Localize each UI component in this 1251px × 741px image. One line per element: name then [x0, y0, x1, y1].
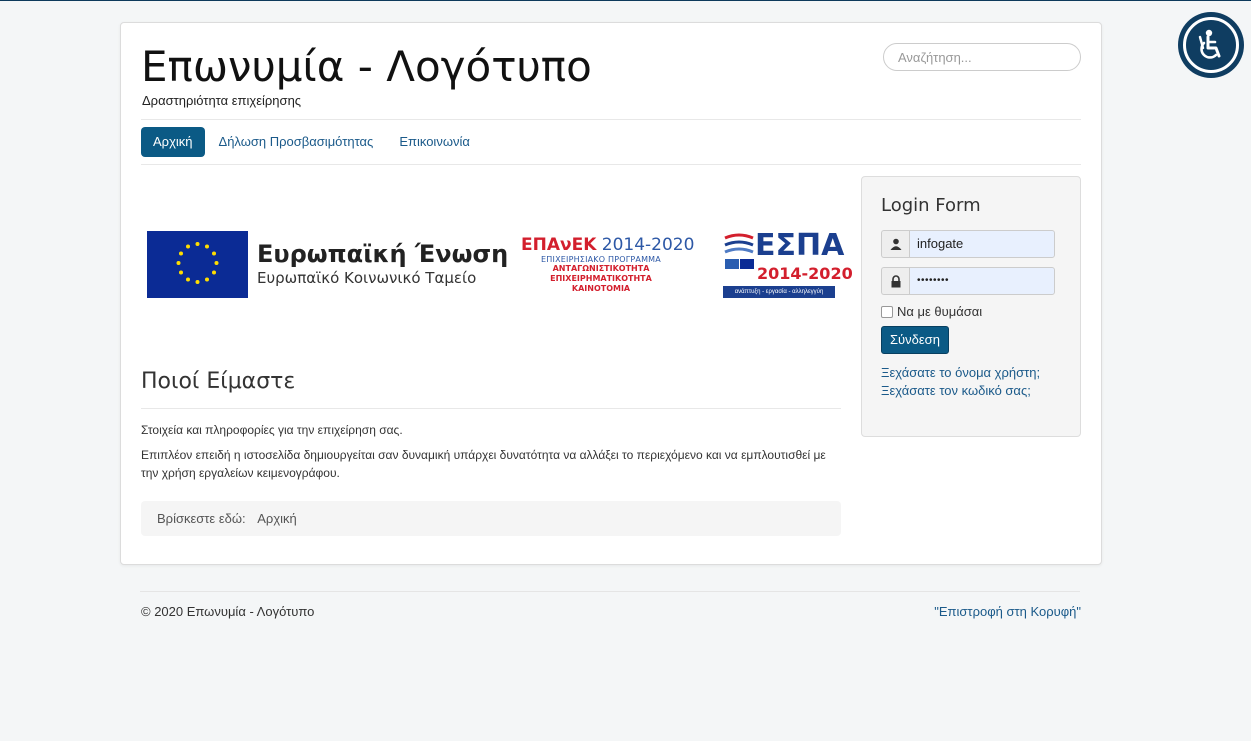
forgot-username-link[interactable]: Ξεχάσατε το όνομα χρήστη; [881, 365, 1040, 380]
login-title: Login Form [881, 195, 981, 216]
eu-flag-icon [147, 231, 248, 298]
breadcrumb-label: Βρίσκεστε εδώ: [157, 511, 246, 526]
user-icon [881, 230, 909, 258]
login-button[interactable]: Σύνδεση [881, 326, 949, 354]
username-input[interactable]: infogate [909, 230, 1055, 258]
page-title: Ποιοί Είμαστε [141, 369, 296, 394]
site-tagline: Δραστηριότητα επιχείρησης [142, 93, 302, 108]
breadcrumb-item-home[interactable]: Αρχική [257, 511, 297, 526]
epanek-years: 2014-2020 [601, 235, 695, 255]
breadcrumb: Βρίσκεστε εδώ: Αρχική [141, 501, 841, 536]
divider [141, 408, 841, 409]
password-input[interactable]: •••••••• [909, 267, 1055, 295]
main-container: Επωνυμία - Λογότυπο Δραστηριότητα επιχεί… [120, 22, 1102, 565]
funding-logos: Ευρωπαϊκή Ένωση Ευρωπαϊκό Κοινωνικό Ταμε… [147, 228, 853, 300]
epanek-line: ΕΠΙΧΕΙΡΗΣΙΑΚΟ ΠΡΟΓΡΑΜΜΑ [541, 255, 661, 264]
divider [141, 119, 1081, 120]
espa-years: 2014-2020 [757, 264, 853, 283]
search-input[interactable] [883, 43, 1081, 71]
espa-word: ΕΣΠΑ [755, 228, 845, 263]
eu-logo-title: Ευρωπαϊκή Ένωση [257, 240, 509, 268]
nav-item-home[interactable]: Αρχική [141, 127, 205, 157]
remember-checkbox[interactable] [881, 305, 893, 318]
nav-item-contact[interactable]: Επικοινωνία [387, 127, 482, 157]
lock-icon [881, 267, 909, 295]
eu-logo-subtitle: Ευρωπαϊκό Κοινωνικό Ταμείο [257, 269, 477, 287]
epanek-line: ΚΑΙΝΟΤΟΜΙΑ [571, 284, 631, 293]
main-nav: Αρχική Δήλωση Προσβασιμότητας Επικοινωνί… [141, 127, 484, 157]
divider [141, 164, 1081, 165]
remember-me[interactable]: Να με θυμάσαι [881, 304, 982, 319]
back-to-top-link[interactable]: "Επιστροφή στη Κορυφή" [934, 604, 1081, 619]
login-form: Login Form infogate •••••••• Να με θυμάσ… [861, 176, 1081, 437]
intro-paragraph: Στοιχεία και πληροφορίες για την επιχείρ… [141, 423, 403, 437]
footer-copyright: © 2020 Επωνυμία - Λογότυπο [141, 604, 315, 619]
espa-logo: ΕΣΠΑ 2014-2020 ανάπτυξη - εργασία - αλλη… [723, 228, 853, 300]
epanek-line: ΑΝΤΑΓΩΝΙΣΤΙΚΟΤΗΤΑ [552, 264, 650, 273]
site-brand[interactable]: Επωνυμία - Λογότυπο [141, 43, 592, 91]
username-field[interactable]: infogate [881, 230, 1055, 258]
epanek-logo: ΕΠΑνΕΚ 2014-2020 ΕΠΙΧΕΙΡΗΣΙΑΚΟ ΠΡΟΓΡΑΜΜΑ… [521, 235, 694, 294]
wheelchair-icon [1198, 29, 1221, 59]
nav-item-accessibility-statement[interactable]: Δήλωση Προσβασιμότητας [207, 127, 386, 157]
espa-stripes-icon [724, 233, 754, 269]
accessibility-button[interactable] [1178, 12, 1244, 78]
divider [140, 591, 1080, 592]
epanek-line: ΕΠΙΧΕΙΡΗΜΑΤΙΚΟΤΗΤΑ [550, 274, 652, 283]
body-paragraph: Επιπλέον επειδή η ιστοσελίδα δημιουργείτ… [141, 448, 826, 480]
epanek-name: ΕΠΑνΕΚ [521, 235, 597, 255]
espa-motto: ανάπτυξη - εργασία - αλληλεγγύη [723, 286, 835, 298]
forgot-password-link[interactable]: Ξεχάσατε τον κωδικό σας; [881, 383, 1031, 398]
remember-label: Να με θυμάσαι [897, 304, 983, 319]
password-field[interactable]: •••••••• [881, 267, 1055, 295]
